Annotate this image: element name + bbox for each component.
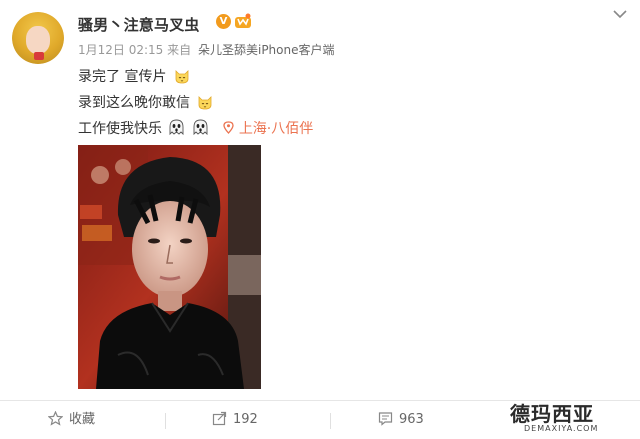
- watermark-url: DEMAXIYA.COM: [524, 424, 599, 433]
- repost-button[interactable]: 192: [212, 410, 258, 430]
- post-line-3: 工作使我快乐 上海·八佰伴: [78, 118, 313, 138]
- post-line-1: 录完了 宣传片: [78, 66, 190, 86]
- avatar-face: [26, 26, 50, 54]
- source-prefix: 来自: [167, 43, 192, 57]
- post-source[interactable]: 朵儿圣舔美iPhone客户端: [198, 43, 335, 57]
- selfie-image: [78, 145, 261, 389]
- star-icon: [47, 410, 64, 426]
- comment-count: 963: [399, 412, 424, 427]
- repost-count: 192: [233, 412, 258, 427]
- ghost-emoji-icon: [170, 119, 184, 136]
- watermark-logo: 德玛西亚 DEMAXIYA.COM: [510, 398, 632, 438]
- chevron-down-icon[interactable]: [612, 8, 628, 20]
- watermark-title: 德玛西亚: [510, 402, 594, 426]
- avatar[interactable]: [12, 12, 64, 64]
- post-date[interactable]: 1月12日 02:15: [78, 43, 163, 57]
- separator: [165, 413, 166, 429]
- separator: [330, 413, 331, 429]
- username[interactable]: 骚男丶注意马叉虫: [78, 14, 200, 35]
- post-text-1: 录完了 宣传片: [78, 69, 167, 85]
- cat-emoji-icon: [199, 96, 212, 110]
- verified-badge-icon[interactable]: V: [216, 14, 231, 29]
- comment-button[interactable]: 963: [378, 410, 424, 430]
- favorite-label: 收藏: [69, 412, 96, 427]
- location-pin-icon: [223, 121, 235, 134]
- cat-emoji-icon: [175, 70, 189, 84]
- post-text-2: 录到这么晚你敢信: [78, 95, 190, 111]
- share-icon: [212, 411, 227, 426]
- post-meta: 1月12日 02:15 来自 朵儿圣舔美iPhone客户端: [78, 41, 335, 58]
- ghost-emoji-icon: [193, 119, 208, 136]
- post-line-2: 录到这么晚你敢信: [78, 92, 213, 112]
- vip-crown-icon[interactable]: [234, 13, 252, 29]
- avatar-bow: [34, 52, 44, 60]
- location-text[interactable]: 上海·八佰伴: [239, 121, 313, 137]
- post-photo[interactable]: [78, 145, 261, 389]
- post-text-3: 工作使我快乐: [78, 121, 162, 137]
- location-link[interactable]: 上海·八佰伴: [223, 121, 313, 137]
- favorite-button[interactable]: 收藏: [47, 410, 96, 430]
- comment-icon: [378, 412, 393, 426]
